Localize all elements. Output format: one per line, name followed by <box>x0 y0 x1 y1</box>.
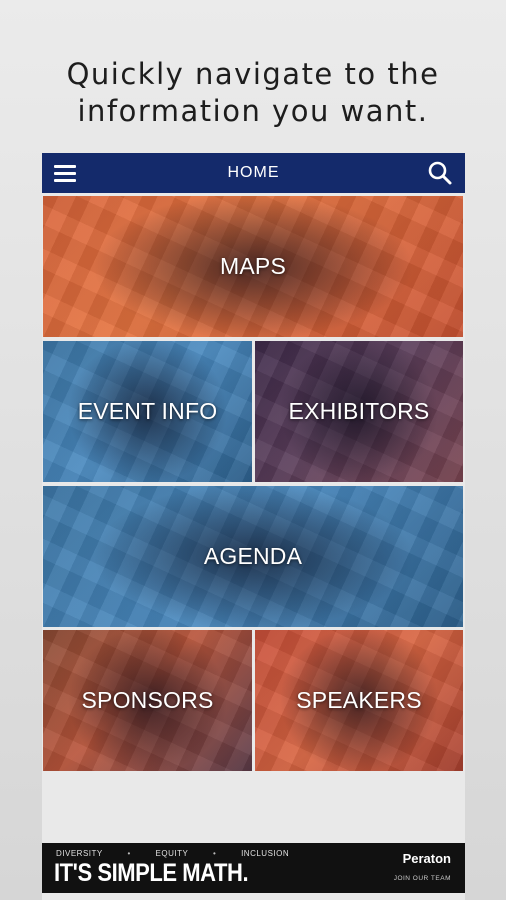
banner-tag-diversity: DIVERSITY <box>56 849 103 858</box>
banner-tags: DIVERSITY • EQUITY • INCLUSION <box>56 849 311 858</box>
tile-speakers-label: SPEAKERS <box>296 687 422 713</box>
tile-sponsors-label: SPONSORS <box>81 687 214 713</box>
banner-slogan: IT'S SIMPLE MATH. <box>54 859 249 887</box>
sponsor-ad-banner[interactable]: DIVERSITY • EQUITY • INCLUSION IT'S SIMP… <box>42 843 465 893</box>
tile-agenda-label: AGENDA <box>203 543 303 569</box>
banner-tag-equity: EQUITY <box>155 849 189 858</box>
headline-line-1: Quickly navigate to the <box>66 57 440 91</box>
tile-speakers[interactable]: SPEAKERS <box>255 630 463 771</box>
tile-exhibitors[interactable]: EXHIBITORS <box>255 341 463 482</box>
app-bar: HOME <box>42 153 465 193</box>
tile-exhibitors-label: EXHIBITORS <box>288 398 430 424</box>
tile-event-info[interactable]: EVENT INFO <box>43 341 252 482</box>
tile-sponsors[interactable]: SPONSORS <box>43 630 252 771</box>
search-icon[interactable] <box>427 160 453 186</box>
banner-cta: JOIN OUR TEAM <box>393 875 451 882</box>
tile-maps-label: MAPS <box>220 253 286 279</box>
banner-tag-inclusion: INCLUSION <box>241 849 290 858</box>
tile-agenda[interactable]: AGENDA <box>43 486 463 627</box>
headline-line-2: information you want. <box>77 94 429 128</box>
banner-brand-logo: Peraton <box>402 851 451 866</box>
tile-maps[interactable]: MAPS <box>43 196 463 337</box>
promo-headline: Quickly navigate to the information you … <box>0 56 506 130</box>
app-screen: HOME MAPS EVENT INFO EXHIBITORS AGENDA S… <box>42 153 465 900</box>
banner-separator: • <box>127 849 131 858</box>
page-title: HOME <box>227 164 280 181</box>
banner-separator: • <box>213 849 217 858</box>
tile-event-info-label: EVENT INFO <box>77 398 218 424</box>
